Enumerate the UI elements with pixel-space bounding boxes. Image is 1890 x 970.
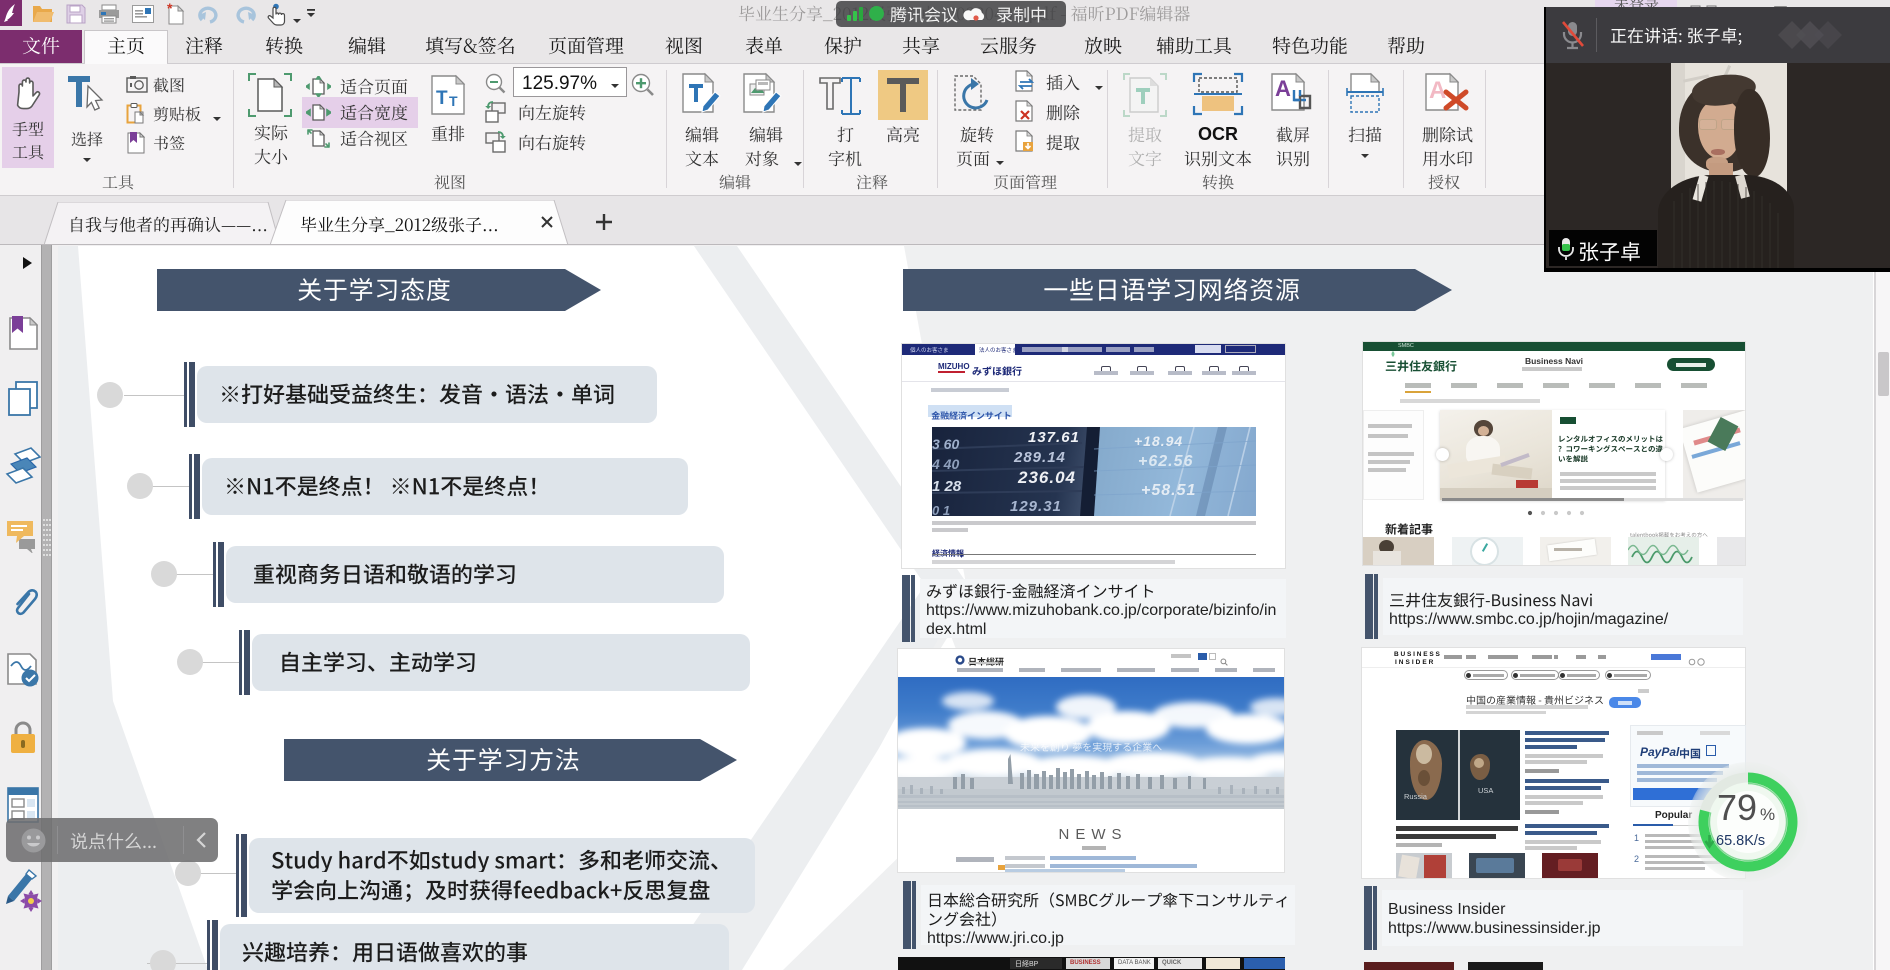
svg-text:A: A — [1429, 77, 1446, 104]
svg-text:*: * — [167, 3, 173, 16]
svg-text:T: T — [449, 93, 458, 109]
svg-text:A: A — [1275, 76, 1291, 101]
svg-text:T: T — [436, 88, 448, 109]
